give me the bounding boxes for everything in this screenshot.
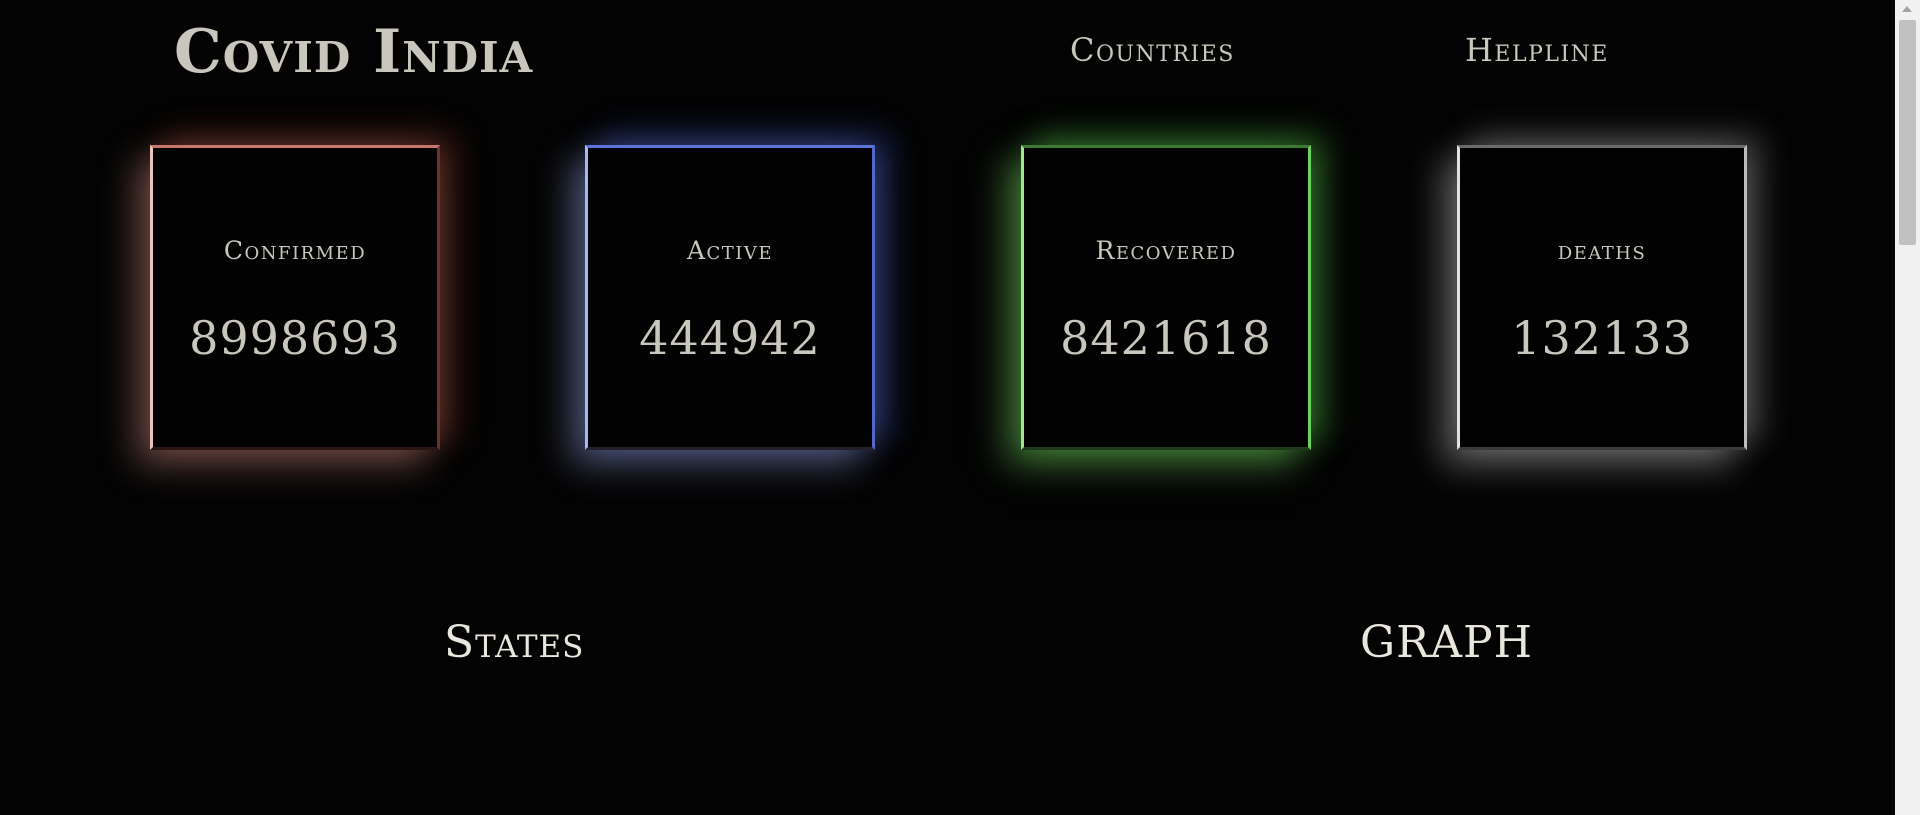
brand-title[interactable]: Covid India [174, 14, 533, 90]
recovered-value: 8421618 [1060, 311, 1272, 365]
deaths-card: deaths 132133 [1457, 145, 1747, 450]
scrollbar-thumb[interactable] [1899, 20, 1916, 245]
active-value: 444942 [639, 311, 821, 365]
vertical-scrollbar[interactable] [1895, 0, 1920, 815]
confirmed-label: Confirmed [223, 236, 367, 265]
scroll-up-arrow-icon[interactable] [1902, 6, 1912, 12]
graph-heading: GRAPH [1360, 617, 1534, 668]
nav-link-helpline[interactable]: Helpline [1465, 30, 1609, 70]
recovered-card: Recovered 8421618 [1021, 145, 1311, 450]
confirmed-value: 8998693 [189, 311, 401, 365]
active-label: Active [686, 236, 774, 265]
confirmed-card: Confirmed 8998693 [150, 145, 440, 450]
deaths-label: deaths [1557, 236, 1647, 265]
page: Covid India Countries Helpline Confirmed… [0, 0, 1895, 815]
deaths-value: 132133 [1511, 311, 1693, 365]
states-heading: States [444, 617, 585, 668]
nav-link-countries[interactable]: Countries [1070, 30, 1235, 70]
recovered-label: Recovered [1095, 236, 1237, 265]
active-card: Active 444942 [585, 145, 875, 450]
